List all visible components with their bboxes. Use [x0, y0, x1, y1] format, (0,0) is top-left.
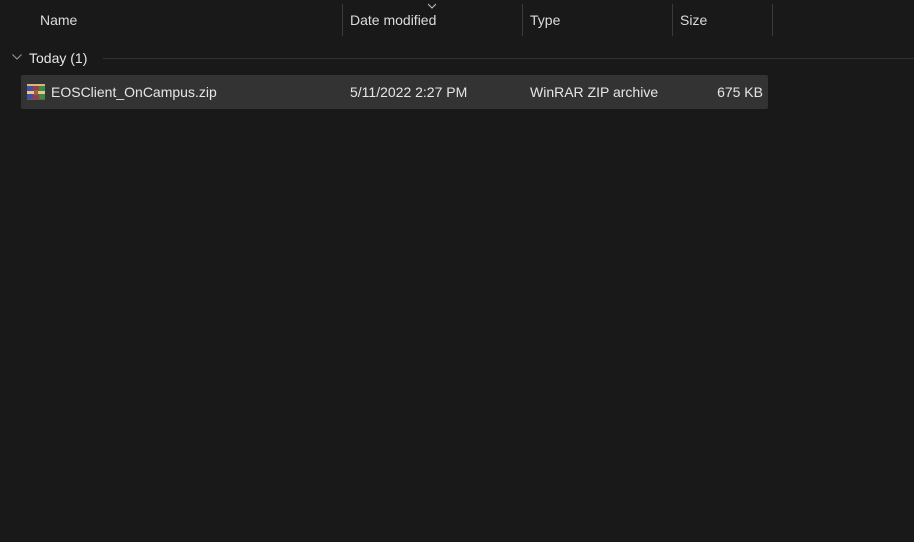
column-header-size[interactable]: Size [680, 0, 772, 40]
winrar-archive-icon [27, 84, 45, 100]
file-row[interactable]: EOSClient_OnCampus.zip 5/11/2022 2:27 PM… [21, 75, 768, 109]
column-resize-handle[interactable] [342, 4, 343, 36]
column-resize-handle[interactable] [522, 4, 523, 36]
group-label: Today (1) [29, 50, 88, 66]
file-size: 675 KB [717, 84, 763, 100]
file-name: EOSClient_OnCampus.zip [51, 84, 217, 100]
file-type: WinRAR ZIP archive [530, 84, 659, 100]
column-resize-handle[interactable] [672, 4, 673, 36]
column-header-type[interactable]: Type [530, 0, 672, 40]
file-explorer-details-view: Name Date modified Type Size Today (1) E… [0, 0, 914, 542]
file-date-modified: 5/11/2022 2:27 PM [350, 84, 468, 100]
group-header-today[interactable]: Today (1) [0, 46, 914, 70]
column-resize-handle[interactable] [772, 4, 773, 36]
column-header-date-modified[interactable]: Date modified [350, 0, 522, 40]
column-header-name[interactable]: Name [40, 0, 342, 40]
column-header-bar: Name Date modified Type Size [0, 0, 914, 40]
group-divider [103, 58, 914, 59]
chevron-down-icon[interactable] [11, 53, 23, 61]
